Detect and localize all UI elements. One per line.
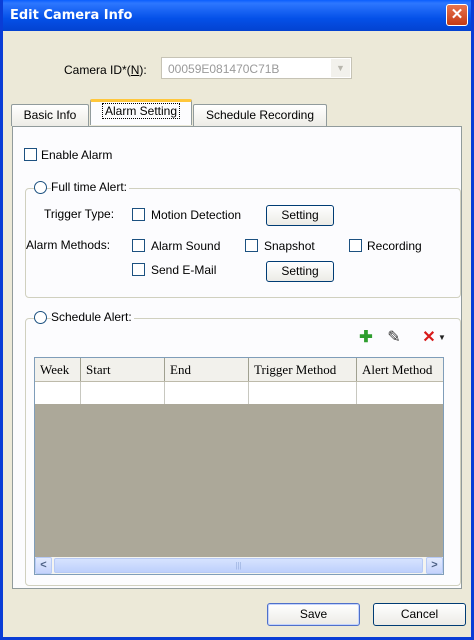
cancel-button[interactable]: Cancel bbox=[373, 603, 466, 626]
camera-id-value: 00059E081470C71B bbox=[168, 62, 280, 76]
column-header-trigger-method[interactable]: Trigger Method bbox=[249, 358, 357, 381]
schedule-alert-label: Schedule Alert: bbox=[51, 310, 134, 324]
edit-icon[interactable]: ✎ bbox=[386, 330, 402, 346]
scroll-thumb[interactable]: ||| bbox=[54, 558, 423, 573]
schedule-alert-table: Week Start End Trigger Method Alert Meth… bbox=[34, 357, 444, 575]
schedule-alert-radio[interactable] bbox=[34, 311, 47, 324]
chevron-down-icon[interactable]: ▼ bbox=[331, 59, 350, 77]
column-header-start[interactable]: Start bbox=[81, 358, 165, 381]
close-icon: ✕ bbox=[450, 6, 464, 23]
trigger-type-label: Trigger Type: bbox=[44, 207, 115, 221]
send-email-label: Send E-Mail bbox=[151, 263, 217, 277]
close-button[interactable]: ✕ bbox=[446, 4, 468, 26]
motion-detection-label: Motion Detection bbox=[151, 208, 242, 222]
enable-alarm-checkbox[interactable] bbox=[24, 148, 37, 161]
alarm-methods-label: Alarm Methods: bbox=[26, 238, 111, 252]
save-button[interactable]: Save bbox=[267, 603, 360, 626]
edit-camera-dialog: Edit Camera Info ✕ Camera ID*(N): 00059E… bbox=[0, 0, 474, 640]
email-setting-button[interactable]: Setting bbox=[266, 261, 334, 282]
recording-label: Recording bbox=[367, 239, 422, 253]
column-header-week[interactable]: Week bbox=[35, 358, 81, 381]
send-email-checkbox[interactable] bbox=[132, 263, 145, 276]
full-time-alert-radio[interactable] bbox=[34, 181, 47, 194]
alarm-sound-checkbox[interactable] bbox=[132, 239, 145, 252]
motion-setting-button[interactable]: Setting bbox=[266, 205, 334, 226]
motion-detection-checkbox[interactable] bbox=[132, 208, 145, 221]
recording-checkbox[interactable] bbox=[349, 239, 362, 252]
snapshot-checkbox[interactable] bbox=[245, 239, 258, 252]
tab-basic-info[interactable]: Basic Info bbox=[11, 104, 89, 126]
dropdown-arrow-icon[interactable]: ▼ bbox=[437, 330, 447, 346]
column-header-end[interactable]: End bbox=[165, 358, 249, 381]
delete-icon[interactable]: ✕ bbox=[421, 330, 437, 346]
horizontal-scrollbar[interactable]: < ||| > bbox=[35, 557, 443, 574]
add-icon[interactable]: ✚ bbox=[358, 330, 374, 346]
snapshot-label: Snapshot bbox=[264, 239, 315, 253]
scroll-right-button[interactable]: > bbox=[426, 557, 443, 574]
window-title: Edit Camera Info bbox=[10, 8, 133, 23]
camera-id-label: Camera ID*(N): bbox=[64, 63, 147, 77]
enable-alarm-label: Enable Alarm bbox=[41, 148, 113, 162]
full-time-alert-label: Full time Alert: bbox=[51, 180, 130, 194]
tab-schedule-recording[interactable]: Schedule Recording bbox=[193, 104, 327, 126]
table-header: Week Start End Trigger Method Alert Meth… bbox=[35, 358, 443, 382]
alarm-sound-label: Alarm Sound bbox=[151, 239, 221, 253]
column-header-alert-method[interactable]: Alert Method bbox=[357, 358, 443, 381]
table-row[interactable] bbox=[35, 382, 443, 404]
tab-alarm-setting[interactable]: Alarm Setting bbox=[90, 99, 192, 125]
camera-id-select[interactable]: 00059E081470C71B ▼ bbox=[161, 57, 352, 79]
title-bar[interactable]: Edit Camera Info ✕ bbox=[3, 0, 471, 31]
scroll-left-button[interactable]: < bbox=[35, 557, 52, 574]
